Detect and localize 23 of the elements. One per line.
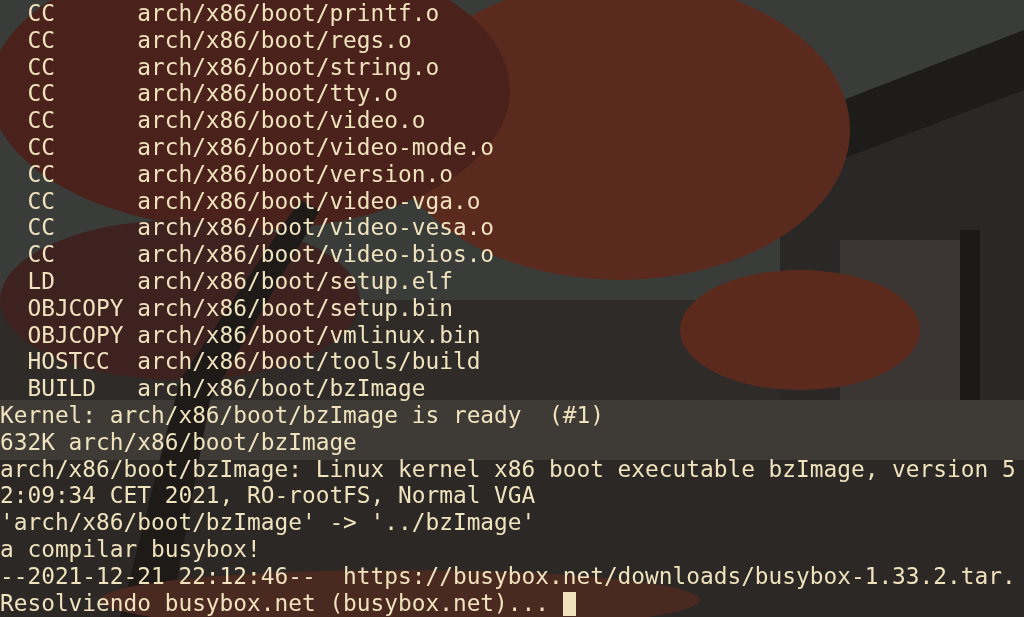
terminal-line: LD arch/x86/boot/setup.elf bbox=[26, 267, 453, 295]
terminal-line: arch/x86/boot/bzImage: Linux kernel x86 boot executable bzImage, version 5 bbox=[0, 455, 1016, 483]
terminal-line: CC arch/x86/boot/string.o bbox=[26, 53, 440, 81]
terminal-line: CC arch/x86/boot/video-vga.o bbox=[26, 187, 481, 215]
terminal-line: 'arch/x86/boot/bzImage' -> '../bzImage' bbox=[0, 509, 536, 536]
terminal-line: BUILD arch/x86/boot/bzImage bbox=[26, 375, 426, 402]
terminal-line: CC arch/x86/boot/printf.o bbox=[26, 0, 440, 27]
terminal-line: Resolviendo busybox.net (busybox.net)... bbox=[0, 589, 550, 617]
terminal-line: Kernel: arch/x86/boot/bzImage is ready (#1) bbox=[0, 401, 604, 429]
terminal-line: OBJCOPY arch/x86/boot/setup.bin bbox=[26, 294, 453, 322]
terminal-line: 632K arch/x86/boot/bzImage bbox=[0, 428, 357, 456]
terminal-line: a compilar busybox! bbox=[0, 535, 261, 563]
terminal-line: CC arch/x86/boot/video-vesa.o bbox=[26, 214, 495, 242]
terminal-line: --2021-12-21 22:12:46-- https://busybox.net/downloads/busybox-1.33.2.tar. bbox=[0, 562, 1016, 590]
terminal-line: CC arch/x86/boot/regs.o bbox=[26, 26, 412, 54]
terminal-line: CC arch/x86/boot/tty.o bbox=[26, 80, 399, 108]
terminal-line: OBJCOPY arch/x86/boot/vmlinux.bin bbox=[26, 321, 481, 349]
terminal-line: CC arch/x86/boot/video-bios.o bbox=[26, 241, 495, 268]
terminal-line: 2:09:34 CET 2021, RO-rootFS, Normal VGA bbox=[0, 482, 536, 510]
terminal-line: CC arch/x86/boot/video.o bbox=[26, 107, 426, 134]
terminal-line: HOSTCC arch/x86/boot/tools/build bbox=[26, 348, 481, 376]
terminal-line: CC arch/x86/boot/version.o bbox=[26, 160, 453, 188]
terminal-line: CC arch/x86/boot/video-mode.o bbox=[26, 134, 495, 161]
